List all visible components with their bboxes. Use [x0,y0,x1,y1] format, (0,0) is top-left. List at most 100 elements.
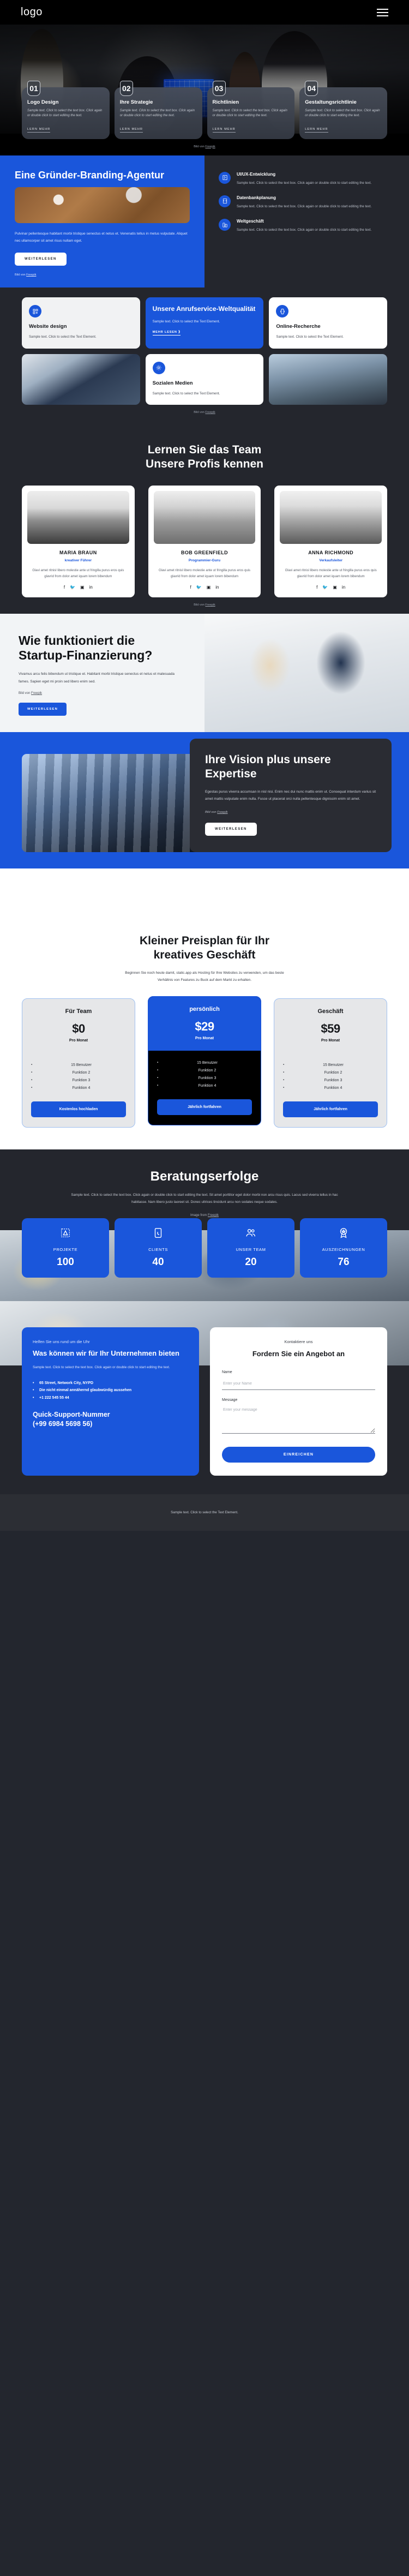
service-card-website-design[interactable]: Website design Sample text. Click to sel… [22,297,140,349]
pricing-card-team: Für Team $0 Pro Monat 15 Benutzer Funkti… [22,998,135,1128]
credit-link[interactable]: Freepik [205,411,215,414]
plan-price: $29 [195,1019,214,1033]
plan-name: Geschäft [317,1008,344,1015]
plan-feature: Funktion 3 [157,1075,252,1082]
credit-prefix: Bild von [205,811,218,814]
credit-link[interactable]: Freepik [205,145,215,148]
name-field[interactable] [222,1379,375,1391]
vision-section: Ihre Vision plus unsere Expertise Egesta… [0,732,409,929]
facebook-icon[interactable]: f [316,585,317,590]
plan-feature: Funktion 3 [283,1077,378,1085]
feature-text: Sample text. Click to select the text bo… [237,181,372,185]
card-learn-more-link[interactable]: LERN MEHR [27,128,51,133]
service-photo-right [269,354,387,405]
facebook-icon[interactable]: f [64,585,65,590]
avatar [280,490,382,544]
member-bio: Glavi amet ritnisl libero molestie ante … [285,568,377,578]
agency-read-more-button[interactable]: WEITERLESEN [15,253,67,266]
plan-feature: 15 Benutzer [283,1062,378,1069]
linkedin-icon[interactable]: in [89,585,93,590]
site-logo[interactable]: logo [21,6,43,19]
instagram-icon[interactable]: ▣ [80,585,85,590]
service-card-social-media[interactable]: Sozialen Medien Sample text. Click to se… [145,354,264,405]
credit-prefix: Bild von [19,692,32,696]
service-read-more-link[interactable]: MEHR LESEN ⟫ [152,331,181,336]
plan-feature-list: 15 Benutzer Funktion 2 Funktion 3 Funkti… [31,1062,126,1092]
award-badge-icon [340,1228,347,1238]
feature-card[interactable]: 01 Logo Design Sample text. Click to sel… [22,81,110,139]
plan-period: Pro Monat [69,1038,88,1043]
credit-link[interactable]: Freepik [31,692,42,695]
plan-feature: Funktion 4 [157,1082,252,1090]
plan-cta-button[interactable]: Jährlich fortfahren [283,1101,378,1117]
credit-prefix: Bild von [194,411,206,414]
pricing-card-personal: persönlich $29 Pro Monat 15 Benutzer Fun… [148,996,261,1125]
contact-detail-list: 65 Street, Network City, NYPD Die nicht … [33,1380,188,1402]
form-eyebrow: Kontaktiere uns [284,1339,313,1345]
card-title: Ihre Strategie [119,99,153,105]
credit-link[interactable]: Freepik [208,1214,219,1217]
pricing-heading-line-1: Kleiner Preisplan für Ihr [139,934,270,948]
service-card-call-service[interactable]: Unsere Anrufservice-Weltqualität Sample … [145,297,264,349]
service-title: Unsere Anrufservice-Weltqualität [152,305,256,313]
card-learn-more-link[interactable]: LERN MEHR [305,128,328,133]
credit-link[interactable]: Freepik [26,273,36,277]
team-member-card[interactable]: BOB GREENFIELD Programmier-Guru Glavi am… [148,485,261,597]
member-role: Programmier-Guru [188,558,221,562]
footer-text: Sample text. Click to select the Text El… [171,1511,238,1515]
twitter-icon[interactable]: 🐦 [322,585,328,590]
grid-plus-icon [29,305,41,318]
vision-heading: Ihre Vision plus unsere Expertise [205,753,331,780]
member-role: Verkaufsleiter [319,558,342,562]
facebook-icon[interactable]: f [190,585,191,590]
credit-link[interactable]: Freepik [205,603,215,607]
twitter-icon[interactable]: 🐦 [70,585,75,590]
plan-feature: Funktion 2 [283,1069,378,1077]
service-title: Online-Recherche [276,324,321,330]
feature-card[interactable]: 04 Gestaltungsrichtlinie Sample text. Cl… [299,81,387,139]
message-field[interactable] [222,1405,375,1434]
card-number-badge: 02 [119,81,133,96]
contact-columns: Helfen Sie uns rund um die Uhr Was könne… [0,1327,409,1476]
instagram-icon[interactable]: ▣ [207,585,211,590]
feature-card[interactable]: 03 Richtlinien Sample text. Click to sel… [207,81,295,139]
vision-card: Ihre Vision plus unsere Expertise Egesta… [190,739,392,853]
contact-form-panel: Kontaktiere uns Fordern Sie ein Angebot … [210,1327,387,1476]
startup-photo [204,613,409,733]
team-member-card[interactable]: ANNA RICHMOND Verkaufsleiter Glavi amet … [274,485,387,597]
linkedin-icon[interactable]: in [342,585,345,590]
instagram-icon[interactable]: ▣ [333,585,337,590]
feature-title: Weltgeschäft [237,219,264,224]
contact-paragraph: Sample text. Click to select the text bo… [33,1365,170,1370]
service-card-online-research[interactable]: Online-Recherche Sample text. Click to s… [269,297,387,349]
design-file-icon [61,1229,70,1238]
plan-cta-button[interactable]: Kostenlos hochladen [31,1101,126,1117]
feature-card[interactable]: 02 Ihre Strategie Sample text. Click to … [114,81,202,139]
vision-read-more-button[interactable]: WEITERLESEN [205,823,257,836]
quick-support-number: Quick-Support-Nummer (+99 6984 5698 56) [33,1410,188,1429]
card-learn-more-link[interactable]: LERN MEHR [119,128,143,133]
service-text: Sample text. Click to select the Text El… [29,335,97,339]
site-footer: Sample text. Click to select the Text El… [0,1494,409,1531]
credit-link[interactable]: Freepik [217,811,227,814]
linkedin-icon[interactable]: in [215,585,219,590]
hamburger-menu-icon[interactable] [377,8,388,16]
feature-title: UI/UX-Entwicklung [237,171,276,177]
quick-support-line-2: (+99 6984 5698 56) [33,1419,93,1428]
card-learn-more-link[interactable]: LERN MEHR [212,128,236,133]
feature-item: UI/UX-Entwicklung Sample text. Click to … [219,171,395,187]
contact-section: Helfen Sie uns rund um die Uhr Was könne… [0,1301,409,1495]
vision-spacer [0,868,409,929]
twitter-icon[interactable]: 🐦 [196,585,202,590]
startup-read-more-button[interactable]: WEITERLESEN [19,703,67,716]
plan-price: $59 [321,1021,340,1035]
mobile-tap-icon [154,1228,162,1238]
plan-feature: Funktion 2 [31,1069,126,1077]
card-number-badge: 03 [212,81,226,96]
plan-feature-list: 15 Benutzer Funktion 2 Funktion 3 Funkti… [283,1062,378,1092]
team-member-card[interactable]: MARIA BRAUN kreativer Führer Glavi amet … [22,485,135,597]
plan-cta-button[interactable]: Jährlich fortfahren [157,1099,252,1115]
pricing-heading: Kleiner Preisplan für Ihr kreatives Gesc… [22,934,387,962]
submit-button[interactable]: EINREICHEN [222,1447,375,1463]
plan-period: Pro Monat [321,1038,340,1043]
